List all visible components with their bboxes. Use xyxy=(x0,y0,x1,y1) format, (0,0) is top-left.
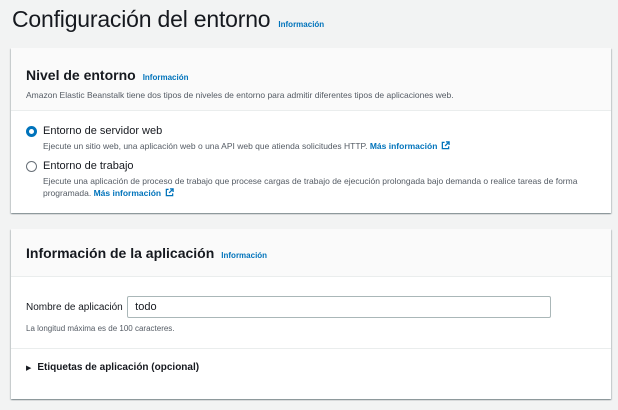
application-info-link[interactable]: Información xyxy=(221,251,267,260)
application-info-header: Información de la aplicación Información xyxy=(11,229,611,277)
application-tags-label: Etiquetas de aplicación (opcional) xyxy=(37,362,200,373)
environment-tier-radio-group: Entorno de servidor web Ejecute un sitio… xyxy=(11,111,611,199)
external-link-icon xyxy=(442,141,451,150)
application-name-label: Nombre de aplicación xyxy=(26,302,123,313)
page-header: Configuración del entorno Información xyxy=(12,6,324,33)
radio-button-worker[interactable] xyxy=(26,161,37,172)
environment-tier-description: Amazon Elastic Beanstalk tiene dos tipos… xyxy=(26,90,454,100)
radio-label-web-server: Entorno de servidor web xyxy=(43,125,163,137)
environment-tier-info-link[interactable]: Información xyxy=(143,73,189,82)
external-link-icon xyxy=(165,188,174,197)
radio-option-worker[interactable]: Entorno de trabajo Ejecute una aplicació… xyxy=(26,160,611,199)
environment-tier-panel: Nivel de entorno Información Amazon Elas… xyxy=(11,48,611,213)
learn-more-link-web-server[interactable]: Más información xyxy=(370,141,451,151)
radio-description-text: Ejecute un sitio web, una aplicación web… xyxy=(43,141,368,151)
caret-right-icon: ▶ xyxy=(26,364,32,372)
environment-tier-title: Nivel de entorno xyxy=(26,67,136,83)
radio-description-web-server: Ejecute un sitio web, una aplicación web… xyxy=(43,140,451,152)
radio-button-web-server[interactable] xyxy=(26,126,37,137)
radio-description-worker: Ejecute una aplicación de proceso de tra… xyxy=(43,175,608,199)
application-name-input[interactable] xyxy=(127,296,552,318)
radio-label-worker: Entorno de trabajo xyxy=(43,160,134,172)
application-name-field: Nombre de aplicación La longitud máxima … xyxy=(11,277,611,333)
application-info-title: Información de la aplicación xyxy=(26,245,215,261)
application-name-hint: La longitud máxima es de 100 caracteres. xyxy=(26,324,175,333)
environment-tier-header: Nivel de entorno Información Amazon Elas… xyxy=(11,48,611,111)
page-title: Configuración del entorno xyxy=(12,6,271,32)
application-info-panel: Información de la aplicación Información… xyxy=(11,229,611,399)
application-tags-expander[interactable]: ▶ Etiquetas de aplicación (opcional) xyxy=(11,349,611,386)
learn-more-link-worker[interactable]: Más información xyxy=(94,188,175,198)
radio-option-web-server[interactable]: Entorno de servidor web Ejecute un sitio… xyxy=(26,125,611,152)
page-info-link[interactable]: Información xyxy=(278,20,324,29)
